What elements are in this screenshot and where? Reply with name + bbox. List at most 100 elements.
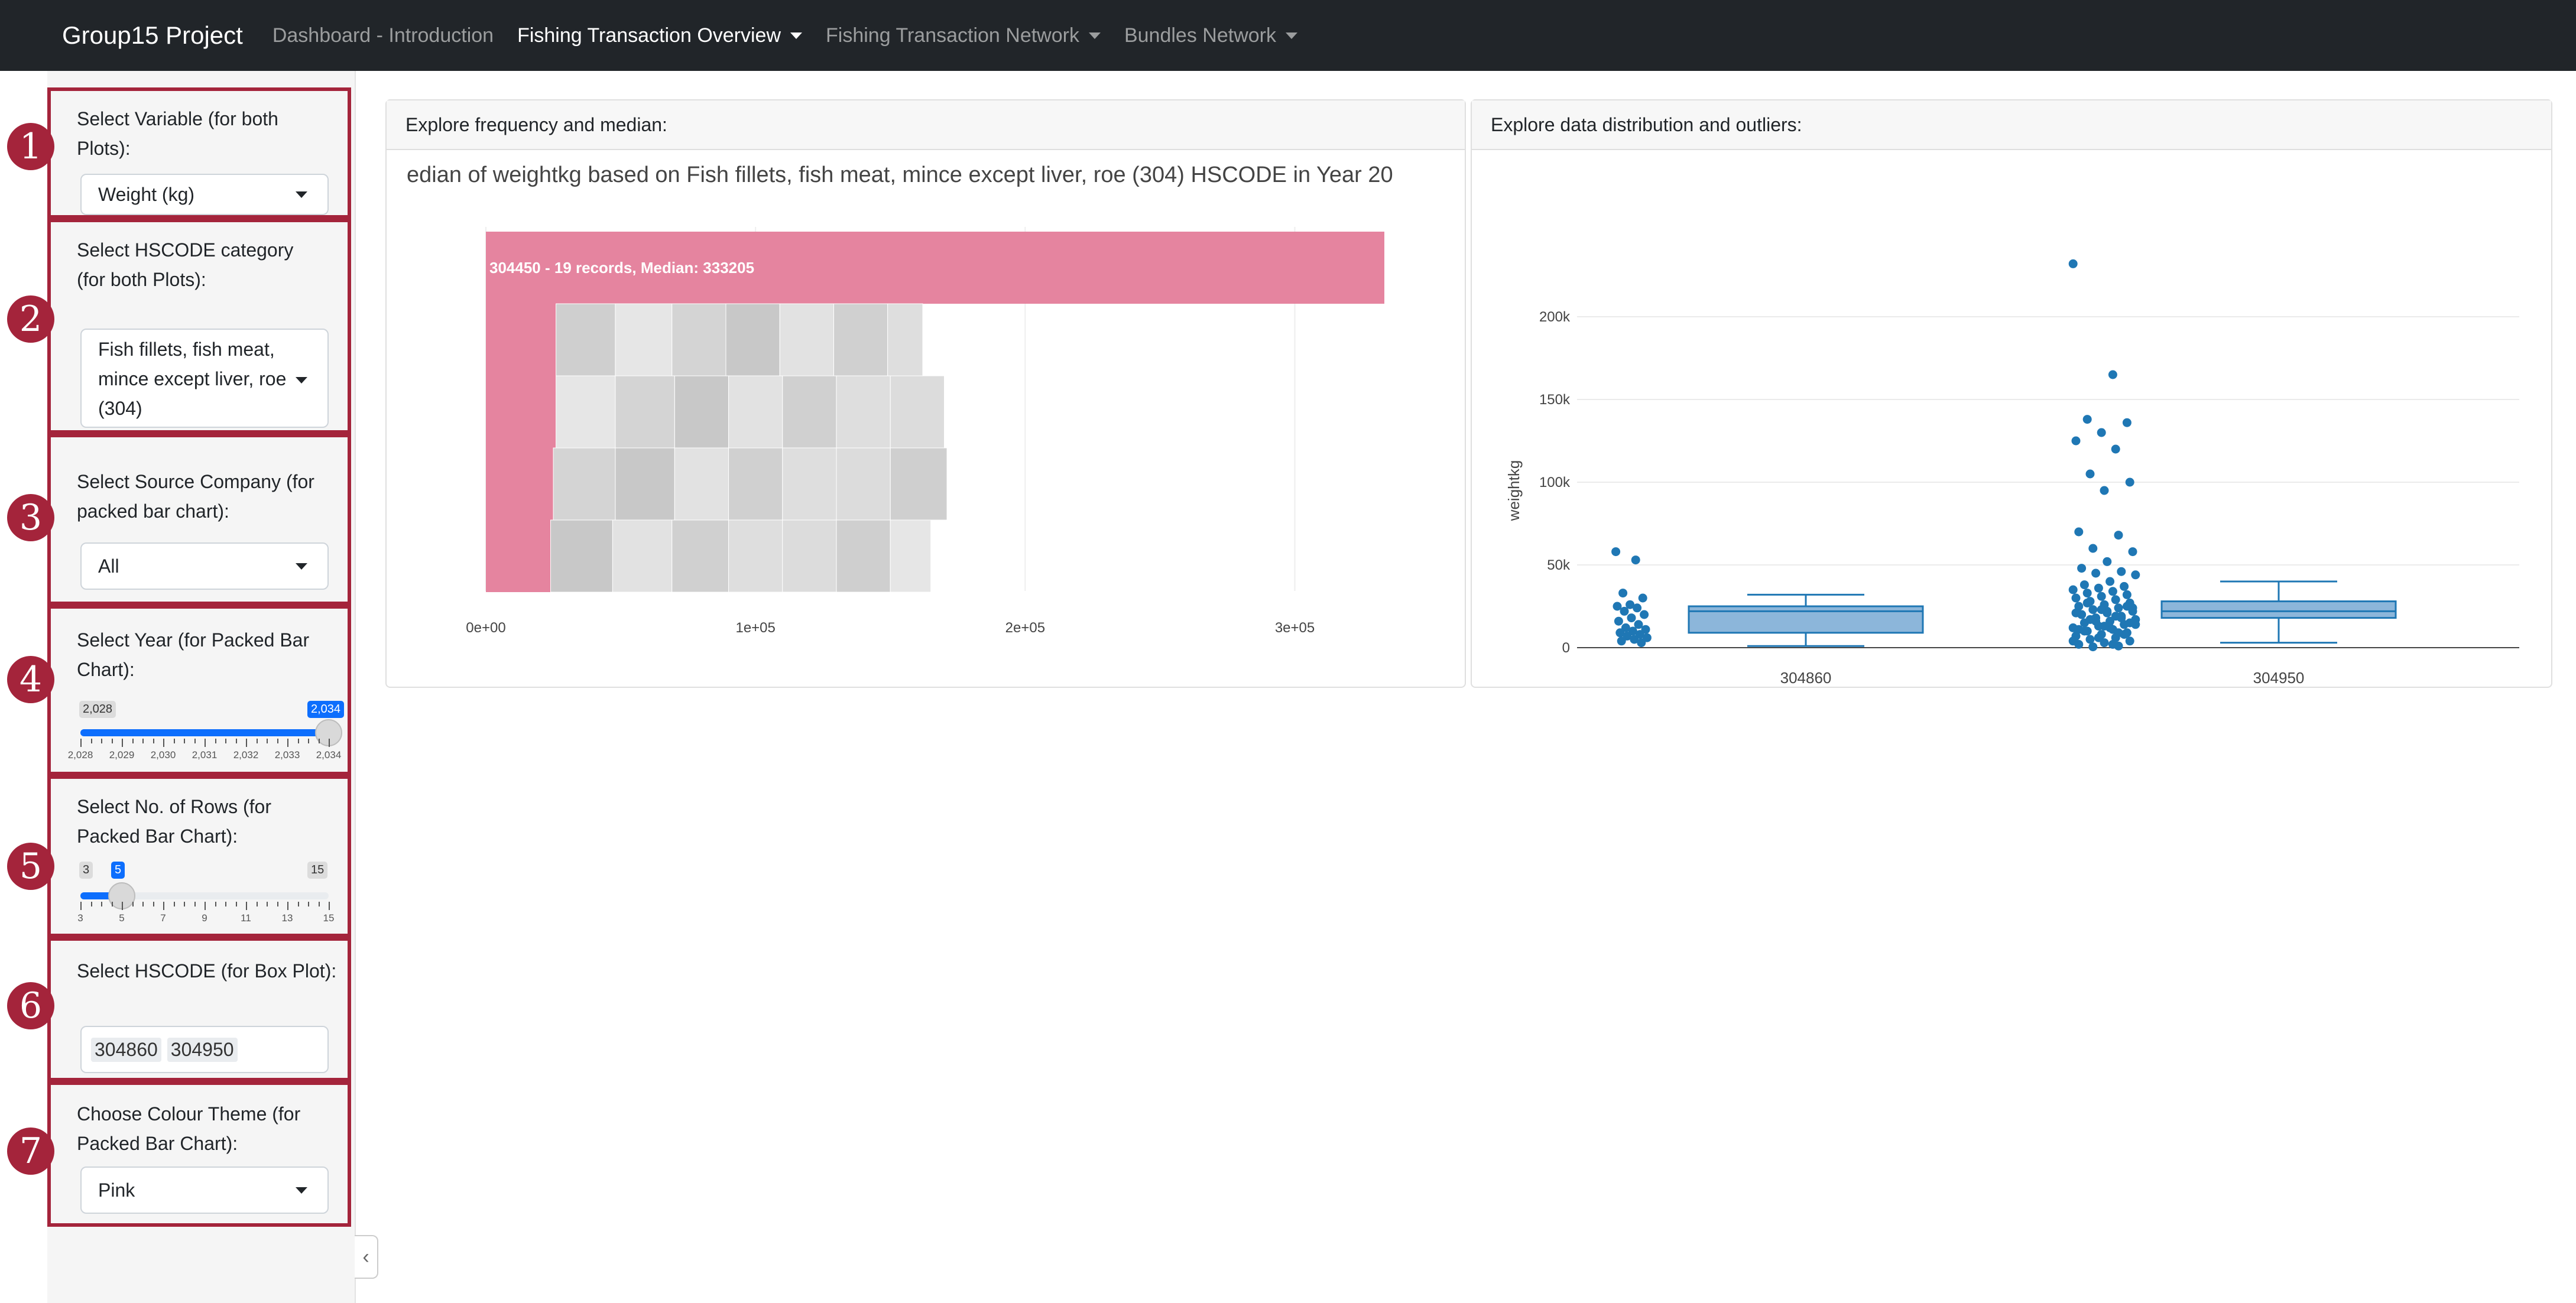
sidebar-collapse-button[interactable]: ‹	[355, 1235, 378, 1279]
data-point	[2074, 527, 2084, 537]
colour-theme-select[interactable]: Pink	[80, 1166, 329, 1214]
packed-bar	[782, 375, 837, 449]
hscode-chip[interactable]: 304950	[167, 1037, 238, 1062]
data-point	[2120, 581, 2129, 591]
data-point	[1637, 638, 1646, 648]
slider-tick	[329, 739, 330, 747]
frequency-median-card: Explore frequency and median: 0e+00 1e+05…	[385, 99, 1466, 688]
slider-tick	[205, 902, 206, 910]
source-company-label: Select Source Company (for packed bar ch…	[77, 471, 314, 522]
slider-tick	[235, 739, 237, 743]
y-tick-label: 0	[1562, 640, 1570, 656]
slider-tick	[215, 739, 216, 743]
hscode-chip[interactable]: 304860	[91, 1037, 161, 1062]
packed-bar	[890, 375, 945, 449]
data-point	[2088, 544, 2098, 553]
box-hscode-multiselect[interactable]: 304860 304950	[80, 1026, 329, 1073]
data-point	[2108, 370, 2117, 379]
slider-tick	[132, 902, 134, 906]
x-tick-label: 0e+00	[466, 620, 505, 636]
hscode-category-select[interactable]: Fish fillets, fish meat, mince except li…	[80, 329, 329, 428]
data-point	[2082, 598, 2092, 607]
box-plot-chart[interactable]: 050k100k150k200kweightkghscode3048603049…	[1472, 150, 2551, 688]
data-point	[2117, 567, 2126, 576]
slider-tick-label: 5	[119, 912, 125, 924]
slider-tick	[184, 739, 185, 743]
packed-bar	[615, 375, 675, 449]
panel-select-variable: Select Variable (for both Plots): Weight…	[47, 87, 351, 219]
y-tick-label: 100k	[1539, 475, 1571, 490]
nav-fishing-transaction-overview[interactable]: Fishing Transaction Overview	[517, 24, 803, 47]
packed-bar	[836, 519, 891, 593]
slider-tick	[173, 739, 175, 743]
y-tick-label: 200k	[1539, 309, 1571, 325]
source-company-select[interactable]: All	[80, 542, 329, 590]
slider-tick	[277, 902, 278, 906]
packed-bar	[728, 375, 783, 449]
x-tick-label: 3e+05	[1275, 620, 1315, 636]
packed-bar	[550, 519, 613, 593]
slider-tick-label: 2,029	[109, 749, 135, 761]
slider-min-label: 3	[79, 862, 93, 879]
hscode-category-select-value: Fish fillets, fish meat, mince except li…	[98, 339, 287, 419]
packed-bar	[556, 303, 616, 376]
data-point	[1611, 547, 1621, 557]
data-point	[2111, 612, 2120, 621]
step-badge-2: 2	[7, 295, 54, 343]
colour-theme-select-value: Pink	[98, 1179, 135, 1201]
step-badge-1: 1	[7, 123, 54, 170]
slider-tick	[329, 902, 330, 910]
data-point	[2091, 568, 2101, 578]
slider-tick	[111, 739, 113, 743]
nav-fishing-transaction-network[interactable]: Fishing Transaction Network	[826, 24, 1101, 47]
box-body	[2160, 600, 2397, 619]
data-point	[2088, 642, 2098, 652]
data-point	[2108, 587, 2117, 596]
packed-bar	[674, 447, 729, 521]
packed-bar	[615, 447, 675, 521]
x-tick-label: 304950	[2253, 669, 2305, 687]
variable-select[interactable]: Weight (kg)	[80, 174, 329, 215]
nav-bundles-network[interactable]: Bundles Network	[1124, 24, 1297, 47]
packed-bar	[556, 375, 616, 449]
slider-tick-label: 3	[77, 912, 83, 924]
packed-bar	[728, 519, 783, 593]
data-point	[1633, 603, 1642, 613]
chevron-left-icon: ‹	[362, 1245, 369, 1268]
data-point	[2082, 589, 2092, 598]
highlight-bar	[486, 376, 556, 448]
nav-dashboard-introduction[interactable]: Dashboard - Introduction	[272, 24, 494, 47]
data-point	[1627, 613, 1636, 623]
colour-theme-label: Choose Colour Theme (for Packed Bar Char…	[77, 1103, 301, 1154]
slider-tick	[246, 902, 247, 910]
chart-title: edian of weightkg based on Fish fillets,…	[407, 163, 1393, 187]
navbar-brand[interactable]: Group15 Project	[62, 21, 243, 50]
x-tick-label: 2e+05	[1005, 620, 1045, 636]
slider-tick	[153, 902, 154, 906]
card-header: Explore data distribution and outliers:	[1472, 100, 2551, 150]
data-point	[2068, 259, 2078, 268]
slider-tick	[256, 739, 258, 743]
packed-bar	[782, 519, 837, 593]
data-point	[2074, 625, 2084, 634]
slider-fill	[80, 729, 329, 736]
slider-tick-label: 15	[323, 912, 335, 924]
slider-tick	[308, 739, 309, 743]
data-point	[2097, 592, 2106, 601]
slider-tick	[194, 739, 196, 743]
chevron-down-icon	[296, 1187, 307, 1194]
packed-bar-chart[interactable]: 0e+00 1e+05 2e+05 3e+05 edian of weightkg ba…	[387, 150, 1465, 688]
data-point	[2111, 444, 2120, 454]
packed-bar	[890, 519, 932, 593]
slider-tick-label: 2,030	[150, 749, 176, 761]
packed-bar	[612, 519, 673, 593]
chevron-down-icon	[1285, 32, 1297, 39]
panel-select-year: Select Year (for Packed Bar Chart): 2,02…	[47, 605, 351, 775]
slider-tick	[173, 902, 175, 906]
data-point	[2068, 636, 2078, 646]
slider-tick-label: 9	[202, 912, 207, 924]
year-label: Select Year (for Packed Bar Chart):	[77, 629, 310, 680]
data-point	[2071, 593, 2081, 603]
source-company-select-value: All	[98, 555, 119, 577]
data-point	[2105, 577, 2115, 586]
